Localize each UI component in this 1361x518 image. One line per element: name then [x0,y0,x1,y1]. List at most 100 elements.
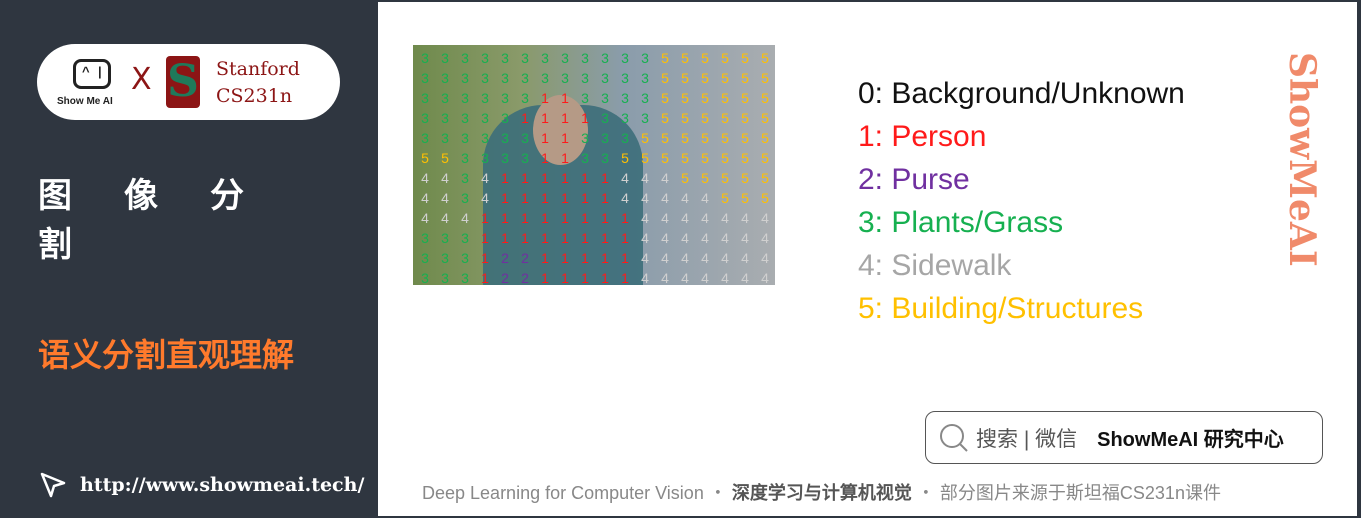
grid-label: 4 [661,270,669,285]
grid-label: 5 [741,90,749,106]
grid-label: 3 [421,130,429,146]
grid-label: 2 [501,270,509,285]
grid-label: 1 [481,210,489,226]
grid-label: 1 [501,170,509,186]
grid-label: 5 [681,90,689,106]
grid-label: 5 [681,170,689,186]
grid-label: 3 [581,150,589,166]
logo-banner: ^ | Show Me AI X S Stanford CS231n [37,44,340,120]
grid-label: 1 [541,110,549,126]
grid-label: 4 [461,210,469,226]
stanford-label: Stanford [216,58,300,80]
grid-label: 3 [501,150,509,166]
grid-label: 3 [481,50,489,66]
grid-label: 5 [721,190,729,206]
grid-label: 3 [641,70,649,86]
grid-label: 1 [521,170,529,186]
segmentation-image: 3333333333335555553333333333335555553333… [413,45,775,285]
grid-label: 4 [421,190,429,206]
grid-label: 3 [621,70,629,86]
grid-label: 3 [521,130,529,146]
grid-label: 5 [721,150,729,166]
grid-label: 4 [481,170,489,186]
grid-label: 4 [421,170,429,186]
grid-label: 2 [501,250,509,266]
grid-label: 3 [421,90,429,106]
grid-label: 1 [561,130,569,146]
grid-label: 3 [501,90,509,106]
label-grid: 3333333333335555553333333333335555553333… [413,45,775,285]
grid-label: 1 [621,250,629,266]
showmeai-logo-text: Show Me AI [57,96,113,107]
grid-label: 3 [421,70,429,86]
grid-label: 3 [581,70,589,86]
grid-label: 3 [421,270,429,285]
grid-label: 5 [661,150,669,166]
grid-label: 1 [561,230,569,246]
grid-label: 3 [461,250,469,266]
legend-item: 1: Person [858,120,987,153]
grid-label: 4 [481,190,489,206]
grid-label: 3 [461,170,469,186]
grid-label: 3 [581,130,589,146]
grid-label: 4 [681,270,689,285]
grid-label: 5 [761,170,769,186]
grid-label: 4 [741,230,749,246]
search-box[interactable]: 搜索 | 微信 ShowMeAI 研究中心 [925,411,1323,464]
grid-label: 4 [661,190,669,206]
grid-label: 5 [741,190,749,206]
legend-item: 2: Purse [858,163,970,196]
grid-label: 3 [461,130,469,146]
course-label: CS231n [216,85,293,107]
cursor-icon [40,472,66,498]
grid-label: 5 [681,130,689,146]
grid-label: 3 [481,70,489,86]
grid-label: 4 [681,230,689,246]
grid-label: 4 [721,270,729,285]
grid-label: 4 [441,190,449,206]
grid-label: 5 [701,70,709,86]
grid-label: 3 [621,130,629,146]
grid-label: 5 [701,150,709,166]
grid-label: 5 [661,130,669,146]
grid-label: 3 [641,50,649,66]
grid-label: 1 [601,250,609,266]
grid-label: 1 [541,250,549,266]
x-mark: X [131,62,152,97]
grid-label: 3 [421,230,429,246]
grid-label: 5 [661,90,669,106]
grid-label: 5 [441,150,449,166]
grid-label: 1 [501,230,509,246]
grid-label: 5 [761,190,769,206]
grid-label: 3 [501,50,509,66]
grid-label: 4 [681,190,689,206]
grid-label: 1 [621,210,629,226]
grid-label: 3 [481,90,489,106]
grid-label: 1 [561,190,569,206]
grid-label: 4 [701,230,709,246]
grid-label: 4 [761,270,769,285]
grid-label: 4 [641,250,649,266]
grid-label: 5 [421,150,429,166]
grid-label: 2 [521,270,529,285]
grid-label: 1 [581,270,589,285]
grid-label: 5 [721,50,729,66]
grid-label: 1 [481,250,489,266]
footer-note: 部分图片来源于斯坦福CS231n课件 [939,483,1221,503]
grid-label: 3 [461,50,469,66]
sidebar: ^ | Show Me AI X S Stanford CS231n 图像分割 语义… [0,0,378,518]
grid-label: 4 [701,270,709,285]
grid-label: 4 [761,250,769,266]
grid-label: 5 [761,150,769,166]
grid-label: 4 [441,210,449,226]
grid-label: 5 [741,150,749,166]
grid-label: 1 [521,110,529,126]
website-link[interactable]: http://www.showmeai.tech/ [38,470,364,500]
grid-label: 3 [581,50,589,66]
grid-label: 1 [581,230,589,246]
grid-label: 1 [521,190,529,206]
grid-label: 1 [541,150,549,166]
grid-label: 1 [601,170,609,186]
grid-label: 1 [541,210,549,226]
grid-label: 5 [681,70,689,86]
